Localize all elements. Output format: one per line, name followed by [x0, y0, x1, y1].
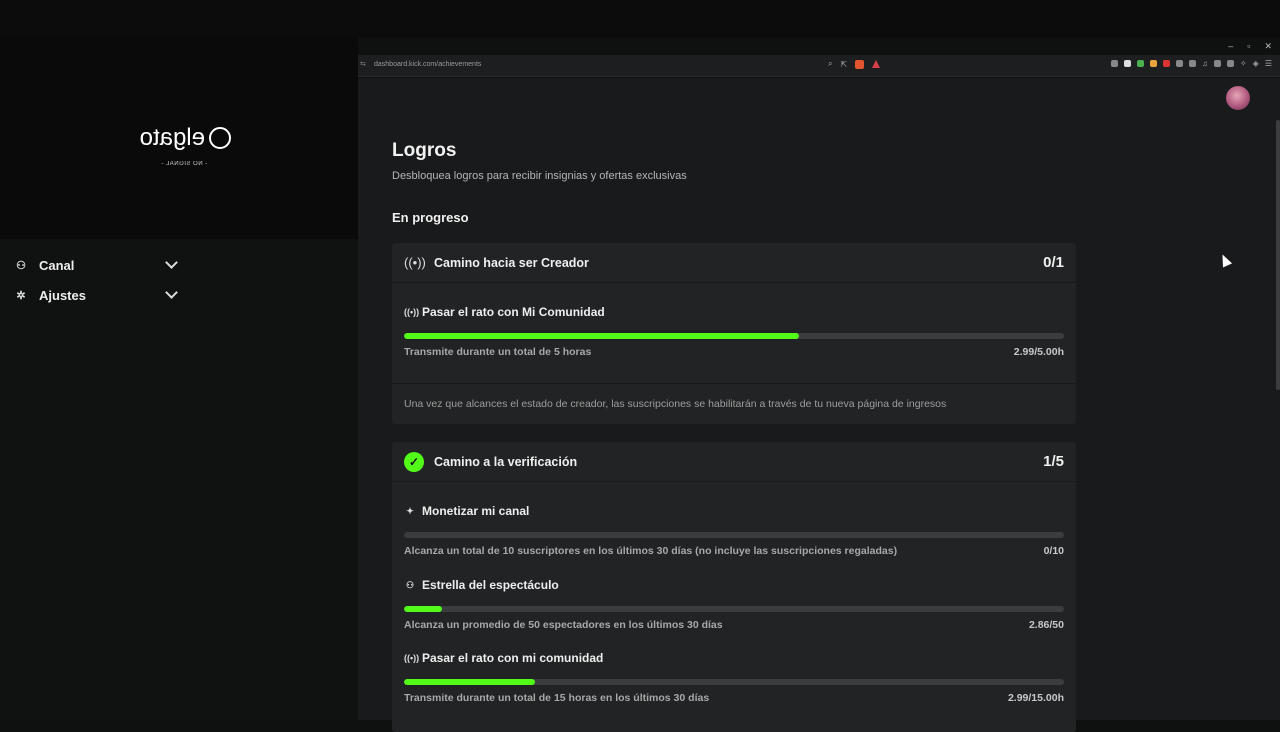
- sparkle-icon: ✦: [406, 505, 414, 516]
- progress-bar: [404, 333, 1064, 339]
- sidebar-item-ajustes[interactable]: ✲ Ajustes: [14, 285, 180, 305]
- broadcast-icon: ((•)): [404, 307, 420, 317]
- task-name: ⚇ Estrella del espectáculo: [405, 578, 559, 592]
- vpn-icon[interactable]: ◈: [1253, 59, 1259, 68]
- card-title: Camino a la verificación: [434, 454, 578, 469]
- task-meta: Alcanza un promedio de 50 espectadores e…: [404, 619, 1064, 631]
- card-title: Camino hacia ser Creador: [434, 255, 589, 270]
- task-description: Alcanza un promedio de 50 espectadores e…: [404, 619, 723, 631]
- users-icon: ⚇: [405, 579, 415, 590]
- scrollbar[interactable]: [1276, 120, 1280, 390]
- sidebar-item-label: Canal: [39, 257, 75, 273]
- address-bar[interactable]: dashboard.kick.com/achievements: [374, 61, 481, 68]
- page-subtitle: Desbloquea logros para recibir insignias…: [392, 170, 687, 182]
- progress-bar: [404, 532, 1064, 538]
- task-meta: Transmite durante un total de 5 horas 2.…: [404, 346, 1064, 358]
- extension-icon[interactable]: [1149, 60, 1157, 67]
- brave-shields-icon[interactable]: [855, 59, 865, 69]
- task-name: ((•)) Pasar el rato con Mi Comunidad: [404, 305, 605, 319]
- card-header: ✓ Camino a la verificación 1/5: [392, 442, 1076, 482]
- extension-icon[interactable]: [1123, 60, 1131, 67]
- music-icon[interactable]: ♫: [1202, 59, 1208, 68]
- card-count: 1/5: [1043, 453, 1064, 470]
- elgato-logo-icon: [209, 127, 231, 149]
- minimize-button[interactable]: –: [1228, 41, 1233, 51]
- card-count: 0/1: [1043, 254, 1064, 271]
- task-description: Alcanza un total de 10 suscriptores en l…: [404, 545, 898, 557]
- wallet-icon[interactable]: [1226, 60, 1234, 67]
- window-controls: – ▫ ✕: [1200, 37, 1280, 55]
- task-item: ((•)) Pasar el rato con Mi Comunidad Tra…: [392, 283, 1076, 383]
- task-value: 2.99/15.00h: [1007, 692, 1064, 704]
- avatar[interactable]: [1226, 86, 1250, 110]
- site-settings-icon[interactable]: ⇆: [360, 60, 366, 68]
- task-meta: Alcanza un total de 10 suscriptores en l…: [404, 545, 1064, 557]
- progress-bar: [404, 606, 1064, 612]
- sidebar-item-label: Ajustes: [39, 287, 86, 303]
- brave-rewards-icon[interactable]: [872, 60, 881, 68]
- no-signal-text: - NO SIGNAL -: [161, 161, 208, 167]
- page-title: Logros: [392, 140, 457, 161]
- chevron-down-icon[interactable]: [165, 256, 178, 269]
- section-title: En progreso: [392, 210, 469, 225]
- chevron-down-icon[interactable]: [165, 286, 178, 299]
- task-name: ((•)) Pasar el rato con mi comunidad: [404, 651, 604, 665]
- progress-fill: [404, 679, 536, 685]
- close-window-button[interactable]: ✕: [1264, 41, 1272, 52]
- browser-toolbar: ⇆ dashboard.kick.com/achievements ⌕ ⇱ ♫ …: [358, 55, 1280, 77]
- sidebar-item-canal[interactable]: ⚇ Canal: [14, 255, 180, 275]
- users-icon: ⚇: [16, 259, 26, 272]
- task-description: Transmite durante un total de 15 horas e…: [404, 692, 710, 704]
- extension-icon[interactable]: [1175, 60, 1183, 67]
- progress-bar: [404, 679, 1064, 685]
- extension-icon[interactable]: [1136, 60, 1144, 67]
- restore-button[interactable]: ▫: [1247, 41, 1250, 51]
- achievement-card-creator: ((•)) Camino hacia ser Creador 0/1 ((•))…: [392, 243, 1076, 424]
- zoom-icon[interactable]: ⌕: [828, 59, 832, 69]
- broadcast-icon: ((•)): [404, 255, 426, 270]
- task-item: ((•)) Pasar el rato con mi comunidad Tra…: [392, 631, 1076, 704]
- elgato-logo: elgato: [131, 124, 231, 152]
- mouse-cursor-icon: [1217, 252, 1233, 268]
- leo-icon[interactable]: ✧: [1240, 59, 1247, 68]
- verified-badge-icon: ✓: [404, 451, 424, 472]
- extensions-bar: ♫ ✧ ◈ ☰: [1110, 59, 1272, 68]
- extension-icon[interactable]: [1110, 60, 1118, 67]
- progress-fill: [404, 333, 799, 339]
- extension-icon[interactable]: [1188, 60, 1196, 67]
- card-note: Una vez que alcances el estado de creado…: [392, 383, 1076, 424]
- task-value: 2.99/5.00h: [1013, 346, 1064, 358]
- task-item: ✦ Monetizar mi canal Alcanza un total de…: [392, 482, 1076, 557]
- task-item: ⚇ Estrella del espectáculo Alcanza un pr…: [392, 557, 1076, 631]
- card-header: ((•)) Camino hacia ser Creador 0/1: [392, 243, 1076, 283]
- address-bar-actions: ⌕ ⇱: [828, 59, 881, 69]
- achievement-card-verification: ✓ Camino a la verificación 1/5 ✦ Monetiz…: [392, 442, 1076, 732]
- broadcast-icon: ((•)): [404, 653, 420, 663]
- gear-icon: ✲: [16, 289, 26, 302]
- task-value: 2.86/50: [1028, 619, 1064, 631]
- capture-top-bar: [0, 0, 1280, 37]
- extension-icon[interactable]: [1162, 60, 1170, 67]
- task-name: ✦ Monetizar mi canal: [404, 504, 1064, 518]
- progress-fill: [404, 606, 442, 612]
- menu-icon[interactable]: ☰: [1265, 59, 1272, 68]
- share-icon[interactable]: ⇱: [840, 60, 847, 69]
- task-meta: Transmite durante un total de 15 horas e…: [404, 692, 1064, 704]
- task-description: Transmite durante un total de 5 horas: [404, 346, 592, 358]
- task-value: 0/10: [1043, 545, 1064, 557]
- main-content: Logros Desbloquea logros para recibir in…: [358, 78, 1280, 732]
- sidebar-icon[interactable]: [1213, 60, 1221, 67]
